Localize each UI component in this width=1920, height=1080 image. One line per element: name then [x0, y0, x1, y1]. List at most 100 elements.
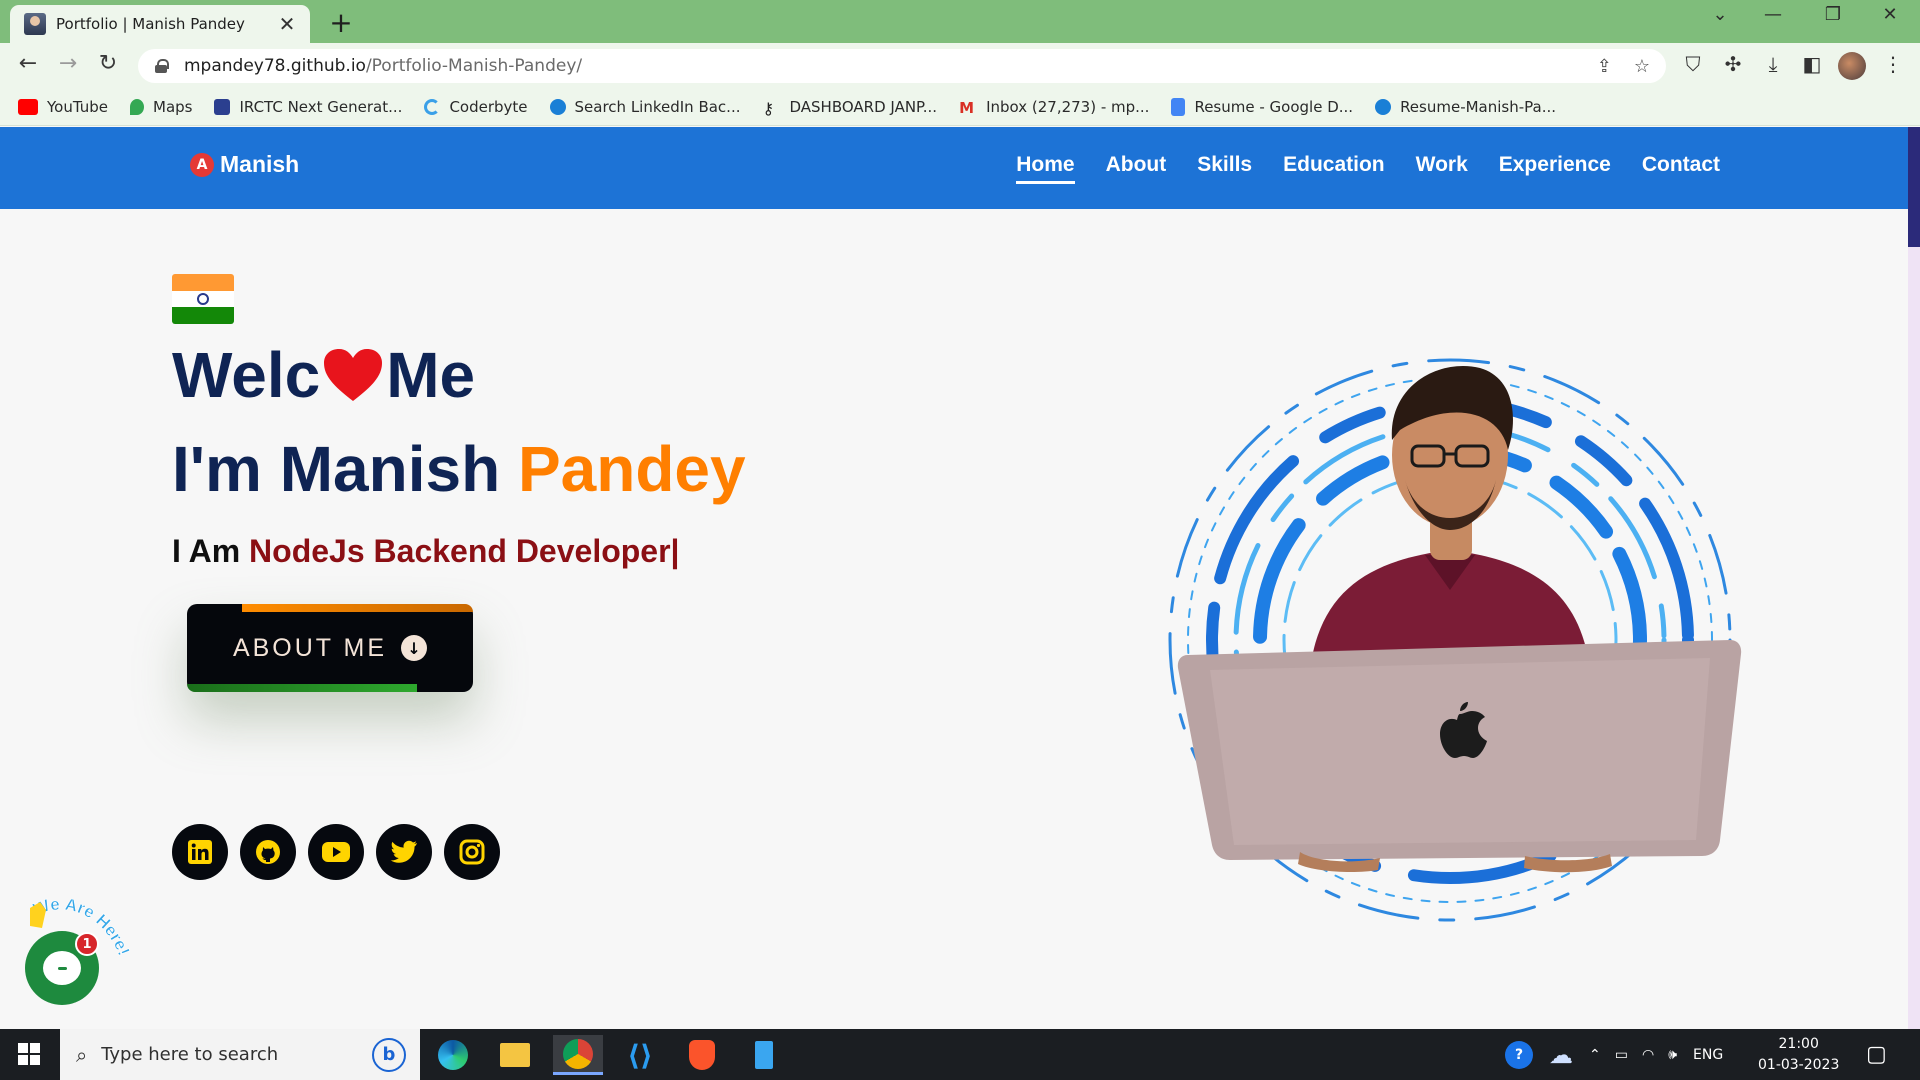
vscode-icon: ⟨⟩ — [627, 1038, 653, 1072]
clock-date: 01-03-2023 — [1758, 1057, 1840, 1073]
bookmark-star-icon[interactable]: ☆ — [1634, 56, 1650, 77]
language-indicator[interactable]: ENG — [1693, 1047, 1723, 1063]
share-icon[interactable]: ⇪ — [1597, 56, 1612, 77]
bookmark-youtube[interactable]: YouTube — [18, 98, 108, 116]
volume-icon[interactable]: 🕪 — [1668, 1047, 1677, 1063]
linkedin-link[interactable] — [172, 824, 228, 880]
windows-taskbar: ⌕ Type here to search b ⟨⟩ ? ☁ ⌃ ▭ ◠ 🕪 E… — [0, 1029, 1920, 1080]
maps-icon — [130, 99, 144, 115]
bookmark-dashboard[interactable]: ⚷ DASHBOARD JANP... — [762, 98, 937, 118]
restore-button[interactable]: ❐ — [1813, 4, 1853, 25]
lock-icon[interactable] — [154, 59, 169, 73]
side-panel-icon[interactable]: ◧ — [1797, 52, 1827, 76]
taskbar-vscode[interactable]: ⟨⟩ — [615, 1035, 665, 1075]
globe-icon — [549, 99, 566, 115]
weather-icon[interactable]: ☁ — [1549, 1041, 1573, 1069]
bookmark-gmail[interactable]: M Inbox (27,273) - mp... — [959, 98, 1150, 117]
role-prefix: I Am — [172, 533, 250, 569]
about-me-label: ABOUT ME — [232, 633, 388, 662]
bookmark-resume-docs[interactable]: Resume - Google D... — [1171, 98, 1353, 116]
taskbar-clock[interactable]: 21:00 01-03-2023 — [1758, 1034, 1839, 1076]
bookmark-coderbyte[interactable]: Coderbyte — [424, 98, 528, 116]
scrollbar-thumb[interactable] — [1908, 127, 1920, 247]
minimize-button[interactable]: — — [1753, 4, 1793, 25]
profile-avatar[interactable] — [1838, 52, 1866, 80]
bookmark-label: Search LinkedIn Bac... — [574, 98, 741, 116]
extension-shield-icon[interactable]: ⛉ — [1678, 52, 1708, 76]
nav-education[interactable]: Education — [1283, 153, 1385, 184]
coderbyte-icon — [424, 99, 441, 115]
scrollbar-track[interactable] — [1908, 247, 1920, 1029]
taskbar-edge[interactable] — [428, 1035, 478, 1075]
bookmark-label: YouTube — [47, 98, 108, 116]
help-icon[interactable]: ? — [1505, 1040, 1533, 1069]
github-link[interactable] — [240, 824, 296, 880]
chevron-up-icon[interactable]: ⌃ — [1589, 1047, 1601, 1063]
youtube-icon — [18, 99, 38, 115]
nav-home[interactable]: Home — [1016, 153, 1075, 184]
wifi-icon[interactable]: ◠ — [1642, 1047, 1654, 1063]
taskbar-app-blue[interactable] — [739, 1035, 789, 1075]
role-typewriter: NodeJs Backend Developer| — [249, 533, 680, 569]
system-tray: ? ☁ ⌃ ▭ ◠ 🕪 ENG — [1505, 1029, 1723, 1080]
browser-tab-active[interactable]: Portfolio | Manish Pandey ✕ — [10, 5, 310, 43]
logo-text: Manish — [220, 151, 300, 177]
back-button[interactable]: ← — [12, 51, 44, 76]
gmail-icon: M — [959, 99, 974, 117]
instagram-link[interactable] — [444, 824, 500, 880]
chat-bubble-icon — [43, 951, 81, 985]
youtube-link[interactable] — [308, 824, 364, 880]
bookmark-irctc[interactable]: IRCTC Next Generat... — [214, 98, 402, 116]
battery-icon[interactable]: ▭ — [1615, 1047, 1628, 1063]
clock-time: 21:00 — [1778, 1036, 1819, 1052]
notification-center-icon[interactable]: ▢ — [1866, 1029, 1887, 1080]
reload-button[interactable]: ↻ — [92, 51, 124, 76]
taskbar-file-explorer[interactable] — [490, 1035, 540, 1075]
search-icon: ⌕ — [76, 1042, 88, 1067]
forward-button[interactable]: → — [52, 51, 84, 76]
app-tablet-icon — [755, 1041, 773, 1069]
url-bar[interactable]: mpandey78.github.io /Portfolio-Manish-Pa… — [138, 49, 1666, 83]
taskbar-search-box[interactable]: ⌕ Type here to search b — [60, 1029, 420, 1080]
edge-icon — [438, 1040, 468, 1070]
url-host: mpandey78.github.io — [184, 56, 366, 76]
bookmark-resume-site[interactable]: Resume-Manish-Pa... — [1375, 98, 1556, 116]
bookmark-label: Resume-Manish-Pa... — [1400, 98, 1557, 116]
bookmark-label: Inbox (27,273) - mp... — [986, 98, 1150, 116]
india-flag-icon — [172, 274, 234, 324]
download-icon[interactable]: ⤓ — [1758, 52, 1788, 76]
browser-tab-strip: Portfolio | Manish Pandey ✕ + ⌄ — ❐ ✕ — [0, 0, 1920, 43]
chrome-menu-icon[interactable]: ⋮ — [1878, 52, 1908, 76]
developer-portrait-image — [1168, 358, 1742, 922]
nav-about[interactable]: About — [1106, 153, 1167, 184]
site-logo[interactable]: A Manish — [190, 151, 299, 178]
extensions-puzzle-icon[interactable]: ✣ — [1718, 52, 1748, 76]
chrome-icon — [563, 1038, 593, 1069]
heart-icon — [324, 349, 383, 401]
nav-experience[interactable]: Experience — [1499, 153, 1611, 184]
taskbar-chrome[interactable] — [553, 1035, 603, 1075]
bookmark-label: Coderbyte — [449, 98, 528, 116]
about-me-button[interactable]: ABOUT ME ↓ — [187, 604, 473, 692]
bookmark-linkedin-search[interactable]: Search LinkedIn Bac... — [549, 98, 741, 116]
name-prefix: I'm Manish — [172, 433, 518, 505]
new-tab-button[interactable]: + — [325, 6, 357, 39]
bing-icon[interactable]: b — [372, 1037, 406, 1072]
linkedin-icon — [188, 840, 212, 864]
portfolio-favicon-icon — [24, 13, 46, 35]
welcome-text-start: Welc — [172, 339, 321, 411]
site-navbar: A Manish Home About Skills Education Wor… — [0, 127, 1920, 209]
nav-skills[interactable]: Skills — [1197, 153, 1252, 184]
tab-search-button[interactable]: ⌄ — [1700, 4, 1740, 25]
brave-icon — [689, 1040, 715, 1070]
bookmark-maps[interactable]: Maps — [130, 98, 192, 116]
docs-icon — [1171, 98, 1186, 116]
nav-work[interactable]: Work — [1416, 153, 1468, 184]
windows-start-icon[interactable] — [18, 1043, 40, 1065]
nav-contact[interactable]: Contact — [1642, 153, 1720, 184]
close-window-button[interactable]: ✕ — [1870, 4, 1910, 25]
taskbar-brave[interactable] — [677, 1035, 727, 1075]
tab-close-button[interactable]: ✕ — [276, 12, 298, 36]
twitter-link[interactable] — [376, 824, 432, 880]
irctc-icon — [214, 99, 231, 115]
